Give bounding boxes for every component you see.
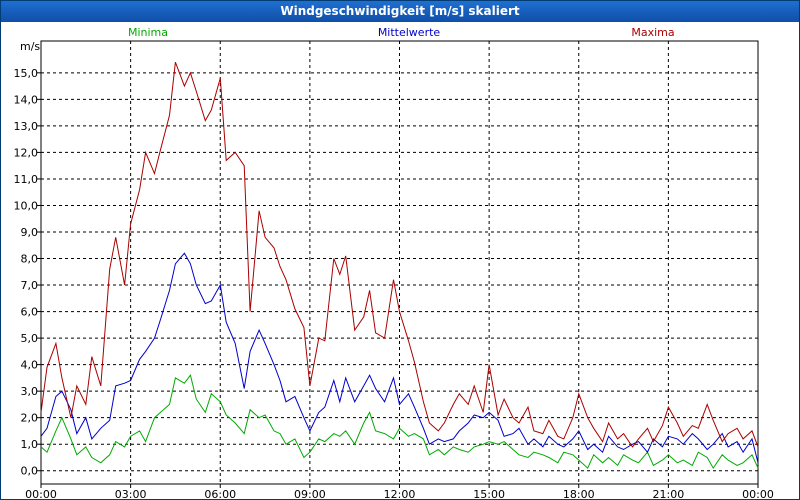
x-tick-time: 12:00: [384, 488, 416, 499]
y-tick-label: 3,0: [21, 385, 39, 398]
chart-canvas: 0,0 1,0 2,0 3,0 4,0 5,0 6,0 7,0 8,0 9,0 10,0 11,0 12…: [14, 26, 774, 499]
x-tick-time: 00:00: [25, 488, 57, 499]
legend-maxima: Maxima: [631, 26, 674, 39]
x-axis-ticks: 00:0020.12.1003:0020.12.1006:0020.12.100…: [25, 484, 774, 499]
y-tick-label: 11,0: [14, 173, 39, 186]
y-axis-label: m/s: [20, 40, 40, 53]
chart-window: Windgeschwindigkeit [m/s] skaliert 0,0 1,…: [0, 0, 800, 500]
x-tick-time: 06:00: [204, 488, 236, 499]
y-tick-label: 10,0: [14, 199, 39, 212]
legend-minima: Minima: [128, 26, 168, 39]
x-tick-time: 15:00: [473, 488, 505, 499]
y-tick-label: 5,0: [21, 332, 39, 345]
x-tick-time: 03:00: [115, 488, 147, 499]
x-tick-time: 09:00: [294, 488, 326, 499]
y-tick-label: 12,0: [14, 146, 39, 159]
y-tick-label: 8,0: [21, 253, 39, 266]
y-tick-label: 13,0: [14, 120, 39, 133]
y-tick-label: 15,0: [14, 67, 39, 80]
y-axis-ticks: 0,0 1,0 2,0 3,0 4,0 5,0 6,0 7,0 8,0 9,0 10,0 11,0 12…: [14, 67, 41, 478]
y-tick-label: 0,0: [21, 465, 39, 478]
legend: Minima Mittelwerte Maxima: [128, 26, 675, 39]
y-tick-label: 7,0: [21, 279, 39, 292]
y-tick-label: 4,0: [21, 359, 39, 372]
y-tick-label: 1,0: [21, 438, 39, 451]
chart-title: Windgeschwindigkeit [m/s] skaliert: [1, 1, 799, 22]
x-tick-time: 21:00: [653, 488, 685, 499]
y-tick-label: 2,0: [21, 412, 39, 425]
y-tick-label: 14,0: [14, 93, 39, 106]
x-tick-time: 18:00: [563, 488, 595, 499]
x-tick-time: 00:00: [742, 488, 774, 499]
legend-mittelwerte: Mittelwerte: [378, 26, 441, 39]
y-tick-label: 9,0: [21, 226, 39, 239]
y-tick-label: 6,0: [21, 306, 39, 319]
